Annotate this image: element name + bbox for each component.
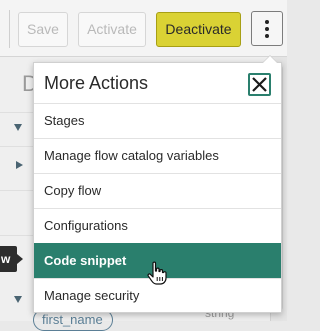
collapse-toggle-icon[interactable] — [14, 296, 22, 303]
more-actions-menu: More Actions Stages Manage flow catalog … — [33, 55, 282, 313]
app-window: Save Activate Deactivate D w first_name … — [0, 0, 287, 331]
hand-pointer-cursor-icon — [147, 261, 167, 285]
toolbar: Save Activate Deactivate — [0, 0, 287, 57]
more-actions-button[interactable] — [251, 11, 283, 46]
save-button[interactable]: Save — [18, 12, 68, 47]
side-tooltip: w — [0, 246, 23, 272]
close-icon — [252, 77, 267, 92]
menu-item-manage-flow-catalog-variables[interactable]: Manage flow catalog variables — [34, 138, 281, 173]
menu-item-configurations[interactable]: Configurations — [34, 208, 281, 243]
menu-item-stages[interactable]: Stages — [34, 103, 281, 138]
toolbar-divider — [9, 10, 10, 48]
close-button[interactable] — [248, 73, 271, 96]
menu-item-copy-flow[interactable]: Copy flow — [34, 173, 281, 208]
menu-caret — [262, 55, 278, 63]
expand-toggle-icon[interactable] — [16, 161, 23, 169]
menu-title: More Actions — [44, 73, 149, 93]
collapse-toggle-icon[interactable] — [14, 124, 22, 131]
deactivate-button[interactable]: Deactivate — [156, 12, 241, 47]
activate-button[interactable]: Activate — [78, 12, 146, 47]
